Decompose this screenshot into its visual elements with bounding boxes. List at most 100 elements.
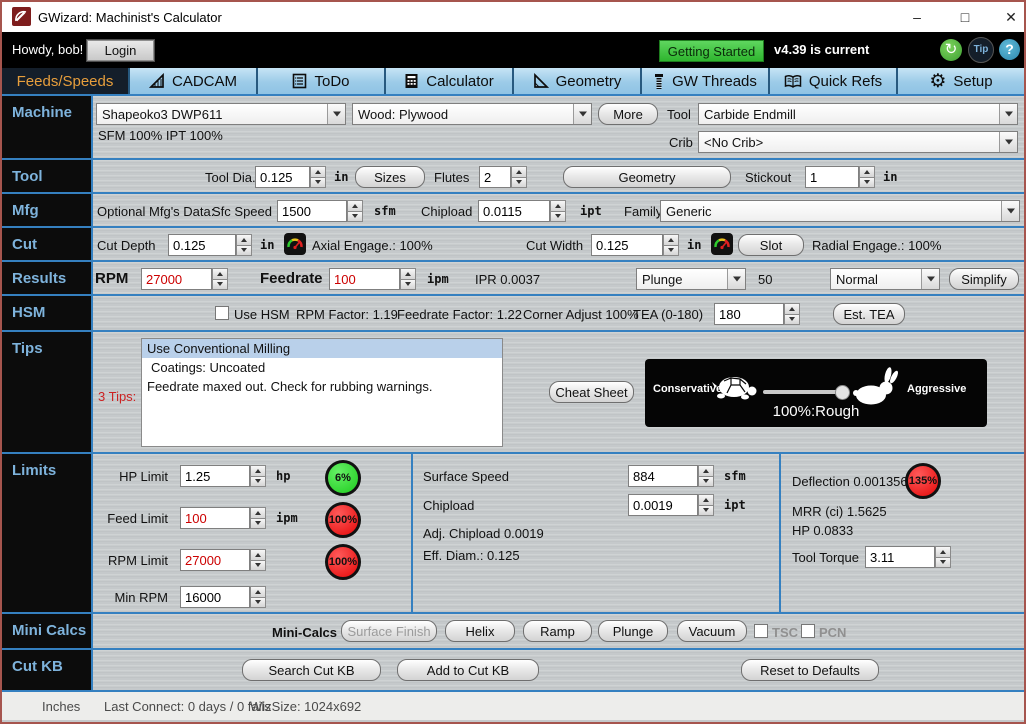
login-button[interactable]: Login — [87, 40, 154, 61]
sidebar-item-results[interactable]: Results — [2, 262, 93, 294]
geometry-button[interactable]: Geometry — [563, 166, 731, 188]
more-button[interactable]: More — [598, 103, 658, 125]
help-icon[interactable]: ? — [999, 39, 1020, 60]
feed-limit-input[interactable] — [180, 507, 250, 529]
chipload-limit-input[interactable] — [628, 494, 698, 516]
cheat-sheet-button[interactable]: Cheat Sheet — [549, 381, 634, 403]
cut-depth-spinner[interactable] — [236, 234, 252, 256]
tab-gw-threads[interactable]: GW Threads — [642, 68, 770, 94]
surface-speed-input[interactable] — [628, 465, 698, 487]
cut-width-input[interactable] — [591, 234, 663, 256]
surface-speed-spinner[interactable] — [698, 465, 714, 487]
getting-started-button[interactable]: Getting Started — [659, 40, 764, 62]
cut-depth-input[interactable] — [168, 234, 236, 256]
tea-input[interactable] — [714, 303, 784, 325]
cadcam-icon — [149, 73, 165, 89]
chipload-input[interactable] — [478, 200, 550, 222]
slider-handle[interactable] — [835, 385, 850, 400]
adj-chipload-text: Adj. Chipload 0.0019 — [423, 526, 544, 541]
tool-dia-input[interactable] — [255, 166, 310, 188]
tool-torque-label: Tool Torque — [792, 550, 859, 565]
rpm-spinner[interactable] — [212, 268, 228, 290]
tool-select[interactable]: Carbide Endmill — [698, 103, 1018, 125]
sidebar-item-mini-calcs[interactable]: Mini Calcs — [2, 614, 93, 648]
chipload-limit-spinner[interactable] — [698, 494, 714, 516]
sfc-speed-spinner[interactable] — [347, 200, 363, 222]
chipload-spinner[interactable] — [550, 200, 566, 222]
tab-quick-refs[interactable]: Quick Refs — [770, 68, 898, 94]
tab-calculator[interactable]: Calculator — [386, 68, 514, 94]
hp-limit-input[interactable] — [180, 465, 250, 487]
stickout-input[interactable] — [805, 166, 859, 188]
ramp-button[interactable]: Ramp — [523, 620, 592, 642]
tab-geometry[interactable]: Geometry — [514, 68, 642, 94]
mode-select[interactable]: Normal — [830, 268, 940, 290]
vacuum-button[interactable]: Vacuum — [677, 620, 747, 642]
tool-torque-input[interactable] — [865, 546, 935, 568]
sidebar-item-tool[interactable]: Tool — [2, 160, 93, 192]
reset-to-defaults-button[interactable]: Reset to Defaults — [741, 659, 879, 681]
feedrate-input[interactable] — [329, 268, 400, 290]
tea-spinner[interactable] — [784, 303, 800, 325]
feedrate-unit: ipm — [427, 272, 449, 286]
limits-divider — [779, 454, 781, 612]
geometry-icon — [533, 73, 549, 89]
minimize-button[interactable]: – — [900, 5, 934, 29]
close-button[interactable]: ✕ — [994, 5, 1026, 29]
feedrate-spinner[interactable] — [400, 268, 416, 290]
min-rpm-spinner[interactable] — [250, 586, 266, 608]
sidebar-item-limits[interactable]: Limits — [2, 454, 93, 612]
pcn-checkbox[interactable] — [801, 624, 815, 638]
add-to-cut-kb-button[interactable]: Add to Cut KB — [397, 659, 539, 681]
cut-width-spinner[interactable] — [663, 234, 679, 256]
tab-label: Geometry — [556, 73, 622, 90]
tool-dia-spinner[interactable] — [310, 166, 326, 188]
tab-feeds-speeds[interactable]: Feeds/Speeds — [2, 68, 130, 94]
sfc-speed-input[interactable] — [277, 200, 347, 222]
sidebar-item-machine[interactable]: Machine — [2, 96, 93, 158]
tips-count-label: 3 Tips: — [98, 389, 136, 404]
min-rpm-input[interactable] — [180, 586, 250, 608]
stickout-unit: in — [883, 170, 897, 184]
plunge-select[interactable]: Plunge — [636, 268, 746, 290]
sizes-button[interactable]: Sizes — [355, 166, 425, 188]
tab-todo[interactable]: ToDo — [258, 68, 386, 94]
slider-track[interactable] — [763, 390, 843, 394]
flutes-spinner[interactable] — [511, 166, 527, 188]
chevron-down-icon — [727, 269, 745, 289]
feed-limit-spinner[interactable] — [250, 507, 266, 529]
surface-finish-button[interactable]: Surface Finish — [341, 620, 437, 642]
crib-select[interactable]: <No Crib> — [698, 131, 1018, 153]
est-tea-button[interactable]: Est. TEA — [833, 303, 905, 325]
helix-button[interactable]: Helix — [445, 620, 515, 642]
search-cut-kb-button[interactable]: Search Cut KB — [242, 659, 381, 681]
material-select[interactable]: Wood: Plywood — [352, 103, 592, 125]
refresh-icon[interactable]: ↻ — [940, 39, 962, 61]
family-select[interactable]: Generic — [660, 200, 1020, 222]
stickout-spinner[interactable] — [859, 166, 875, 188]
rpm-input[interactable] — [141, 268, 212, 290]
tip-item[interactable]: Feedrate maxed out. Check for rubbing wa… — [142, 377, 502, 396]
flutes-input[interactable] — [479, 166, 511, 188]
sidebar-item-cut[interactable]: Cut — [2, 228, 93, 260]
tip-item[interactable]: Coatings: Uncoated — [142, 358, 502, 377]
sidebar-item-hsm[interactable]: HSM — [2, 296, 93, 330]
sidebar-item-mfg[interactable]: Mfg — [2, 194, 93, 226]
rpm-limit-input[interactable] — [180, 549, 250, 571]
hp-limit-spinner[interactable] — [250, 465, 266, 487]
simplify-button[interactable]: Simplify — [949, 268, 1019, 290]
tip-item[interactable]: Use Conventional Milling — [142, 339, 502, 358]
tsc-checkbox[interactable] — [754, 624, 768, 638]
rpm-limit-spinner[interactable] — [250, 549, 266, 571]
use-hsm-checkbox[interactable] — [215, 306, 229, 320]
tip-icon[interactable]: Tip — [968, 37, 994, 63]
plunge-button[interactable]: Plunge — [598, 620, 668, 642]
tab-setup[interactable]: ⚙ Setup — [898, 68, 1024, 94]
machine-select[interactable]: Shapeoko3 DWP611 — [96, 103, 346, 125]
slot-button[interactable]: Slot — [738, 234, 804, 256]
tool-torque-spinner[interactable] — [935, 546, 951, 568]
tab-cadcam[interactable]: CADCAM — [130, 68, 258, 94]
sidebar-item-cut-kb[interactable]: Cut KB — [2, 650, 93, 690]
maximize-button[interactable]: □ — [948, 5, 982, 29]
sidebar-item-tips[interactable]: Tips — [2, 332, 93, 452]
